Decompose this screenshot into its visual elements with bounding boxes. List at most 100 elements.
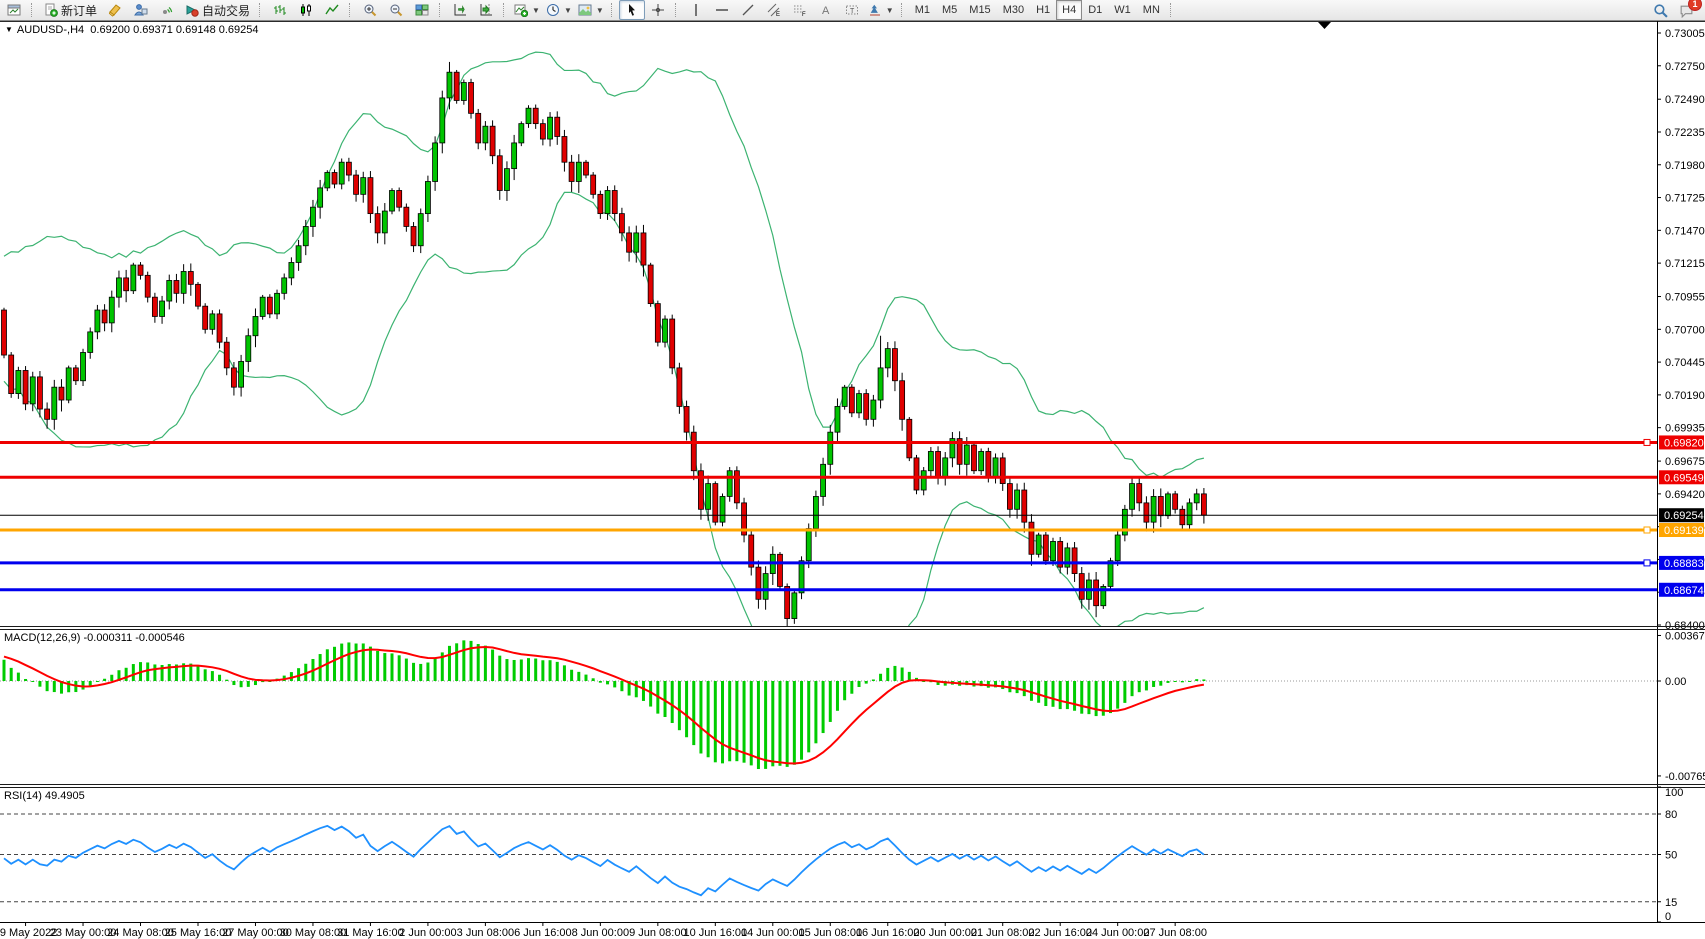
time-tick-label: 24 Jun 00:00 <box>1086 927 1150 939</box>
symbol-dropdown-icon[interactable]: ▼ <box>5 25 13 34</box>
rsi-name: RSI(14) <box>4 790 42 802</box>
cursor-button[interactable] <box>619 0 645 20</box>
timeframe-button-D1[interactable]: D1 <box>1082 0 1108 20</box>
timeframe-button-M15[interactable]: M15 <box>963 0 996 20</box>
dropdown-arrow-icon: ▼ <box>532 6 540 15</box>
price-tick-label: 0.71215 <box>1665 258 1705 270</box>
rsi-axis-label: 50 <box>1665 850 1677 862</box>
time-axis[interactable]: 19 May 202223 May 00:0024 May 08:0025 Ma… <box>0 922 1705 939</box>
notification-badge: 1 <box>1688 0 1702 11</box>
auto-scroll-button[interactable] <box>447 0 473 20</box>
text-button[interactable]: A <box>813 0 839 20</box>
line-chart-icon <box>325 3 339 17</box>
toolbar-separator <box>675 3 680 17</box>
notifications-button[interactable]: 1 <box>1673 0 1699 20</box>
svg-text:A: A <box>822 5 830 17</box>
toolbar-group-zoom <box>356 0 436 20</box>
price-badge-0.69549: 0.69549 <box>1659 470 1704 484</box>
price-badge-0.69139: 0.69139 <box>1659 523 1704 537</box>
horizontal-line-button[interactable] <box>709 0 735 20</box>
time-tick-label: 22 Jun 16:00 <box>1028 927 1092 939</box>
rsi-axis-label: 15 <box>1665 897 1677 909</box>
candlestick-series <box>2 62 1207 638</box>
bar-chart-icon <box>273 3 287 17</box>
macd-axis-label: -0.007656 <box>1665 771 1705 783</box>
zoom-in-button[interactable] <box>357 0 383 20</box>
macd-axis-label: 0.00 <box>1665 676 1686 688</box>
market-watch-button[interactable] <box>1 0 27 20</box>
templates-button[interactable]: ▼ <box>575 0 607 20</box>
time-tick-label: 3 Jun 08:00 <box>457 927 515 939</box>
metaeditor-button[interactable] <box>128 0 154 20</box>
svg-text:0.69254: 0.69254 <box>1664 510 1704 522</box>
new-order-button[interactable]: 新订单 <box>39 0 102 20</box>
timeframe-button-H1[interactable]: H1 <box>1030 0 1056 20</box>
timeframe-button-M5[interactable]: M5 <box>936 0 963 20</box>
mt4-terminal: 新订单 自动交易 <box>0 0 1705 939</box>
fibonacci-icon: F <box>793 3 807 17</box>
new-chart-icon <box>514 3 528 17</box>
autotrade-button[interactable]: 自动交易 <box>180 0 255 20</box>
new-chart-button[interactable]: ▼ <box>511 0 543 20</box>
symbol-period-label: AUDUSD-,H4 <box>17 24 84 36</box>
chart-shift-button[interactable] <box>473 0 499 20</box>
toolbar-group-shift <box>446 0 500 20</box>
rsi-axis-label: 0 <box>1665 911 1671 923</box>
toolbar-group-window <box>0 0 28 20</box>
timeframe-buttons: M1M5M15M30H1H4D1W1MN <box>908 0 1167 20</box>
timeframe-button-W1[interactable]: W1 <box>1108 0 1137 20</box>
crosshair-button[interactable] <box>645 0 671 20</box>
chart-window-icon <box>7 3 21 17</box>
toolbar-separator <box>901 3 906 17</box>
text-label-button[interactable]: T <box>839 0 865 20</box>
level-drag-marker[interactable] <box>1644 439 1650 445</box>
svg-text:E: E <box>776 12 780 17</box>
time-tick-label: 20 Jun 00:00 <box>913 927 977 939</box>
trendline-button[interactable] <box>735 0 761 20</box>
level-drag-marker[interactable] <box>1644 560 1650 566</box>
macd-panel <box>0 640 1657 769</box>
periods-button[interactable]: ▼ <box>543 0 575 20</box>
search-button[interactable] <box>1647 0 1673 20</box>
time-tick-label: 21 Jun 08:00 <box>971 927 1035 939</box>
chart-shift-marker[interactable] <box>1318 22 1331 29</box>
timeframe-button-MN[interactable]: MN <box>1137 0 1166 20</box>
candlestick-chart-icon <box>299 3 313 17</box>
toolbar-group-objects: E F A T ▼ <box>682 0 898 20</box>
horizontal-line-icon <box>715 3 729 17</box>
equidistant-channel-button[interactable]: E <box>761 0 787 20</box>
fibonacci-button[interactable]: F <box>787 0 813 20</box>
time-tick-label: 8 Jun 00:00 <box>572 927 630 939</box>
toolbar-group-chart-type <box>266 0 346 20</box>
search-icon <box>1653 3 1668 18</box>
vertical-line-button[interactable] <box>683 0 709 20</box>
candlestick-chart-button[interactable] <box>293 0 319 20</box>
price-badge-0.69820: 0.69820 <box>1659 435 1704 449</box>
toolbar-separator <box>259 3 264 17</box>
autotrade-icon <box>185 3 199 17</box>
timeframe-button-M30[interactable]: M30 <box>997 0 1030 20</box>
text-label-icon: T <box>845 3 859 17</box>
new-order-icon <box>44 3 58 17</box>
macd-values: -0.000311 -0.000546 <box>80 632 184 644</box>
price-axis[interactable]: 0.730050.727500.724900.722350.719800.717… <box>1657 28 1705 632</box>
toolbar-separator <box>1170 3 1175 17</box>
new-order-label: 新订单 <box>61 2 97 19</box>
bar-chart-button[interactable] <box>267 0 293 20</box>
zoom-out-button[interactable] <box>383 0 409 20</box>
autotrade-label: 自动交易 <box>202 2 250 19</box>
tools-button[interactable] <box>102 0 128 20</box>
toolbar: 新订单 自动交易 <box>0 0 1705 21</box>
timeframe-button-M1[interactable]: M1 <box>909 0 936 20</box>
price-tick-label: 0.73005 <box>1665 28 1705 40</box>
time-tick-label: 2 Jun 00:00 <box>399 927 457 939</box>
arrows-button[interactable]: ▼ <box>865 0 897 20</box>
toolbar-group-trade: 新订单 自动交易 <box>38 0 256 20</box>
tile-windows-button[interactable] <box>409 0 435 20</box>
timeframe-button-H4[interactable]: H4 <box>1056 0 1082 20</box>
dropdown-arrow-icon: ▼ <box>596 6 604 15</box>
signals-button[interactable] <box>154 0 180 20</box>
level-drag-marker[interactable] <box>1644 527 1650 533</box>
line-chart-button[interactable] <box>319 0 345 20</box>
toolbar-group-new: ▼ ▼ ▼ <box>510 0 608 20</box>
